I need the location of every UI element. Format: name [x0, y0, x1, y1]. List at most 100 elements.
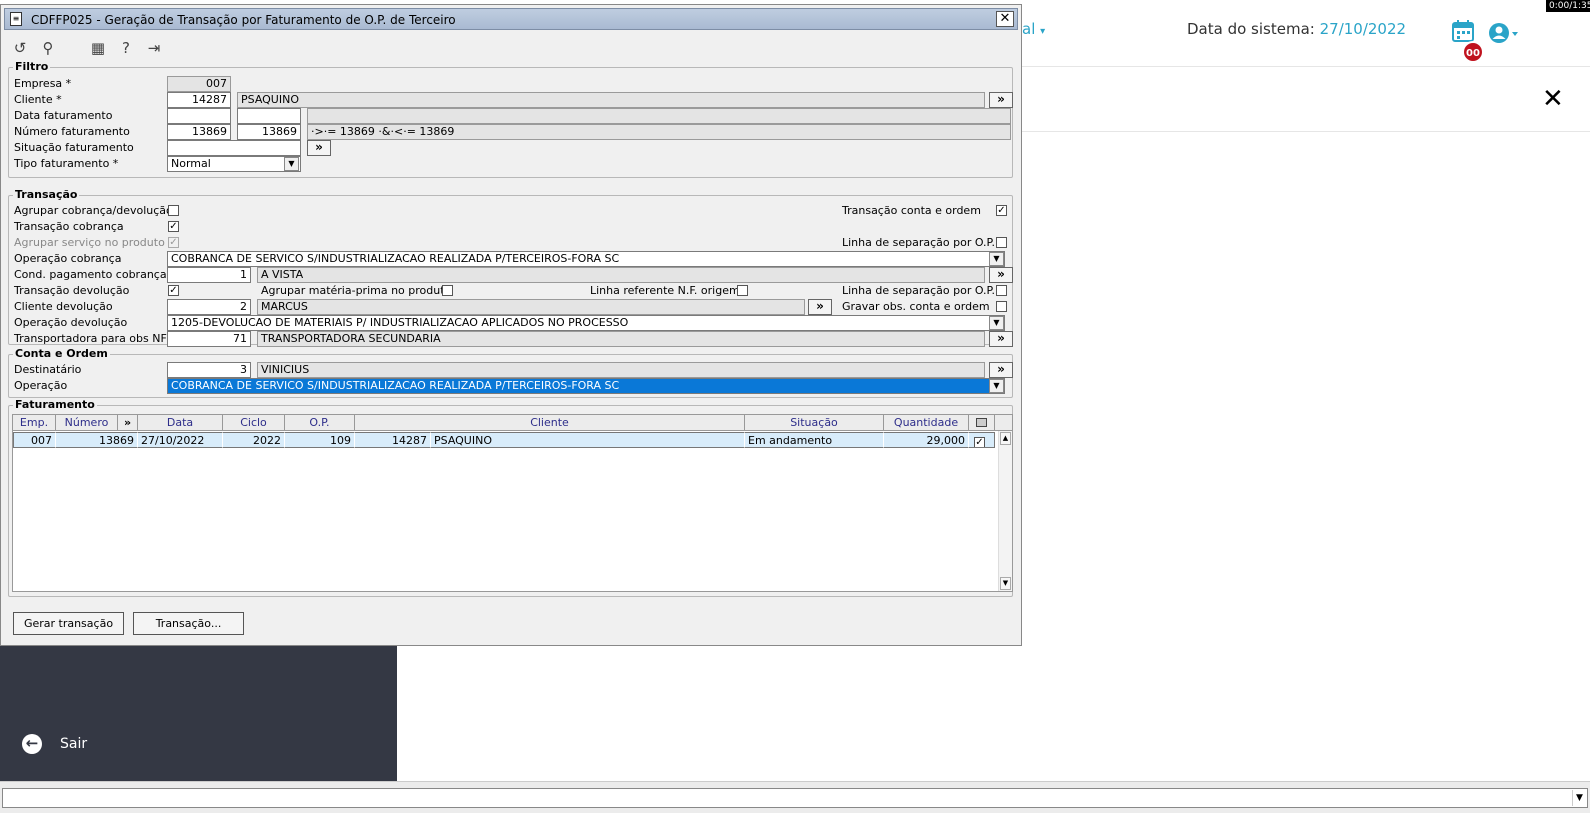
cell-quantidade: 29,000: [884, 432, 969, 448]
user-menu[interactable]: [1488, 22, 1522, 47]
cond-name-field: A VISTA: [257, 267, 985, 283]
dest-label: Destinatário: [14, 363, 82, 376]
tipo-label: Tipo faturamento *: [14, 157, 119, 170]
cliente-lookup-button[interactable]: »: [989, 92, 1013, 108]
cli-dev-lookup-button[interactable]: »: [808, 299, 832, 315]
menu-dropdown[interactable]: al ▾: [1022, 20, 1045, 38]
cli-dev-code-field[interactable]: 2: [167, 299, 251, 315]
gravar-obs-checkbox[interactable]: [996, 301, 1007, 312]
situacao-field[interactable]: [167, 140, 301, 156]
data-ate-field[interactable]: [237, 108, 301, 124]
close-button[interactable]: ✕: [996, 11, 1014, 27]
tipo-select[interactable]: Normal: [167, 156, 301, 172]
empresa-label: Empresa *: [14, 77, 72, 90]
refresh-icon[interactable]: ↺: [9, 38, 31, 58]
agrupar-cob-label: Agrupar cobrança/devolução: [14, 204, 173, 217]
sidebar: [0, 636, 397, 782]
data-expr-field: [307, 108, 1011, 124]
system-date: Data do sistema: 27/10/2022: [1187, 20, 1406, 38]
data-de-field[interactable]: [167, 108, 231, 124]
expand-columns-button[interactable]: »: [118, 415, 138, 431]
cell-op: 109: [285, 432, 355, 448]
bottom-select[interactable]: ▼: [2, 788, 1588, 808]
trans-cob-checkbox[interactable]: ✓: [168, 221, 179, 232]
agrupar-mp-checkbox[interactable]: [442, 285, 453, 296]
column-header[interactable]: Emp.: [13, 415, 56, 431]
numero-expr-field: ·>·= 13869 ·&·<·= 13869: [307, 124, 1011, 140]
linha-sep1-label: Linha de separação por O.P.: [842, 236, 995, 249]
select-all-header[interactable]: [969, 415, 995, 431]
cond-label: Cond. pagamento cobrança *: [14, 268, 176, 281]
agrupar-cob-checkbox[interactable]: [168, 205, 179, 216]
cell-data: 27/10/2022: [138, 432, 223, 448]
cond-lookup-button[interactable]: »: [989, 267, 1013, 283]
scroll-up-icon[interactable]: ▲: [1000, 432, 1011, 445]
column-header[interactable]: Número: [56, 415, 118, 431]
chevron-down-icon[interactable]: ▼: [989, 252, 1004, 266]
chevron-down-icon[interactable]: ▼: [989, 316, 1004, 330]
empresa-field[interactable]: 007: [167, 76, 231, 92]
exit-icon[interactable]: ⇥: [143, 38, 165, 58]
column-header[interactable]: Ciclo: [223, 415, 285, 431]
cli-dev-label: Cliente devolução: [14, 300, 113, 313]
transp-code-field[interactable]: 71: [167, 331, 251, 347]
menu-label: al: [1022, 20, 1036, 38]
trans-conta-checkbox[interactable]: ✓: [996, 205, 1007, 216]
column-header: [995, 415, 1012, 431]
transp-lookup-button[interactable]: »: [989, 331, 1013, 347]
column-header[interactable]: O.P.: [285, 415, 355, 431]
op-dev-select[interactable]: 1205-DEVOLUCAO DE MATERIAIS P/ INDUSTRIA…: [167, 315, 1005, 331]
cliente-label: Cliente *: [14, 93, 62, 106]
cond-code-field[interactable]: 1: [167, 267, 251, 283]
user-icon: [1489, 23, 1518, 43]
trans-dev-checkbox[interactable]: ✓: [168, 285, 179, 296]
trans-conta-label: Transação conta e ordem: [842, 204, 981, 217]
close-icon[interactable]: ✕: [1542, 86, 1564, 112]
situacao-lookup-button[interactable]: »: [307, 140, 331, 156]
conta-group-label: Conta e Ordem: [13, 347, 110, 360]
cliente-code-field[interactable]: 14287: [167, 92, 231, 108]
column-header[interactable]: Quantidade: [884, 415, 969, 431]
data-faturamento-label: Data faturamento: [14, 109, 113, 122]
conta-op-select[interactable]: COBRANCA DE SERVICO S/INDUSTRIALIZACAO R…: [167, 378, 1005, 394]
transacao-group-label: Transação: [13, 188, 80, 201]
transp-name-field: TRANSPORTADORA SECUNDARIA: [257, 331, 985, 347]
cliente-name-field: PSAQUINO: [237, 92, 985, 108]
chevron-down-icon: ▾: [1040, 26, 1046, 37]
conta-op-label: Operação: [14, 379, 68, 392]
op-dev-label: Operação devolução: [14, 316, 128, 329]
exit-button[interactable]: ← Sair: [22, 734, 87, 754]
agrupar-serv-checkbox: ✓: [168, 237, 179, 248]
transacao-button[interactable]: Transação...: [133, 612, 244, 635]
dest-lookup-button[interactable]: »: [989, 362, 1013, 378]
help-icon[interactable]: ?: [115, 38, 137, 58]
cli-dev-name-field: MARCUS: [257, 299, 805, 315]
situacao-label: Situação faturamento: [14, 141, 134, 154]
column-header[interactable]: Situação: [745, 415, 884, 431]
op-cob-select[interactable]: COBRANCA DE SERVICO S/INDUSTRIALIZACAO R…: [167, 251, 1005, 267]
chevron-down-icon[interactable]: ▼: [989, 379, 1004, 393]
column-header[interactable]: Cliente: [355, 415, 745, 431]
numero-ate-field[interactable]: 13869: [237, 124, 301, 140]
arrow-left-icon: ←: [22, 734, 42, 754]
linha-sep2-checkbox[interactable]: [996, 285, 1007, 296]
trans-dev-label: Transação devolução: [14, 284, 130, 297]
numero-de-field[interactable]: 13869: [167, 124, 231, 140]
cell-emp: 007: [13, 432, 56, 448]
chevron-down-icon[interactable]: ▼: [284, 157, 299, 171]
vertical-scrollbar[interactable]: ▲ ▼: [998, 431, 1012, 591]
column-header[interactable]: Data: [138, 415, 223, 431]
trans-cob-label: Transação cobrança: [14, 220, 124, 233]
scroll-down-icon[interactable]: ▼: [1000, 577, 1011, 590]
exit-label: Sair: [60, 736, 88, 752]
calendar-icon[interactable]: ▦: [87, 38, 109, 58]
divider: [1000, 131, 1590, 132]
gerar-transacao-button[interactable]: Gerar transação: [13, 612, 124, 635]
linha-sep1-checkbox[interactable]: [996, 237, 1007, 248]
search-icon[interactable]: ⚲: [37, 38, 59, 58]
dest-code-field[interactable]: 3: [167, 362, 251, 378]
gravar-obs-label: Gravar obs. conta e ordem: [842, 300, 990, 313]
linha-ref-checkbox[interactable]: [737, 285, 748, 296]
numero-label: Número faturamento: [14, 125, 130, 138]
row-checkbox[interactable]: ✓: [974, 437, 985, 447]
